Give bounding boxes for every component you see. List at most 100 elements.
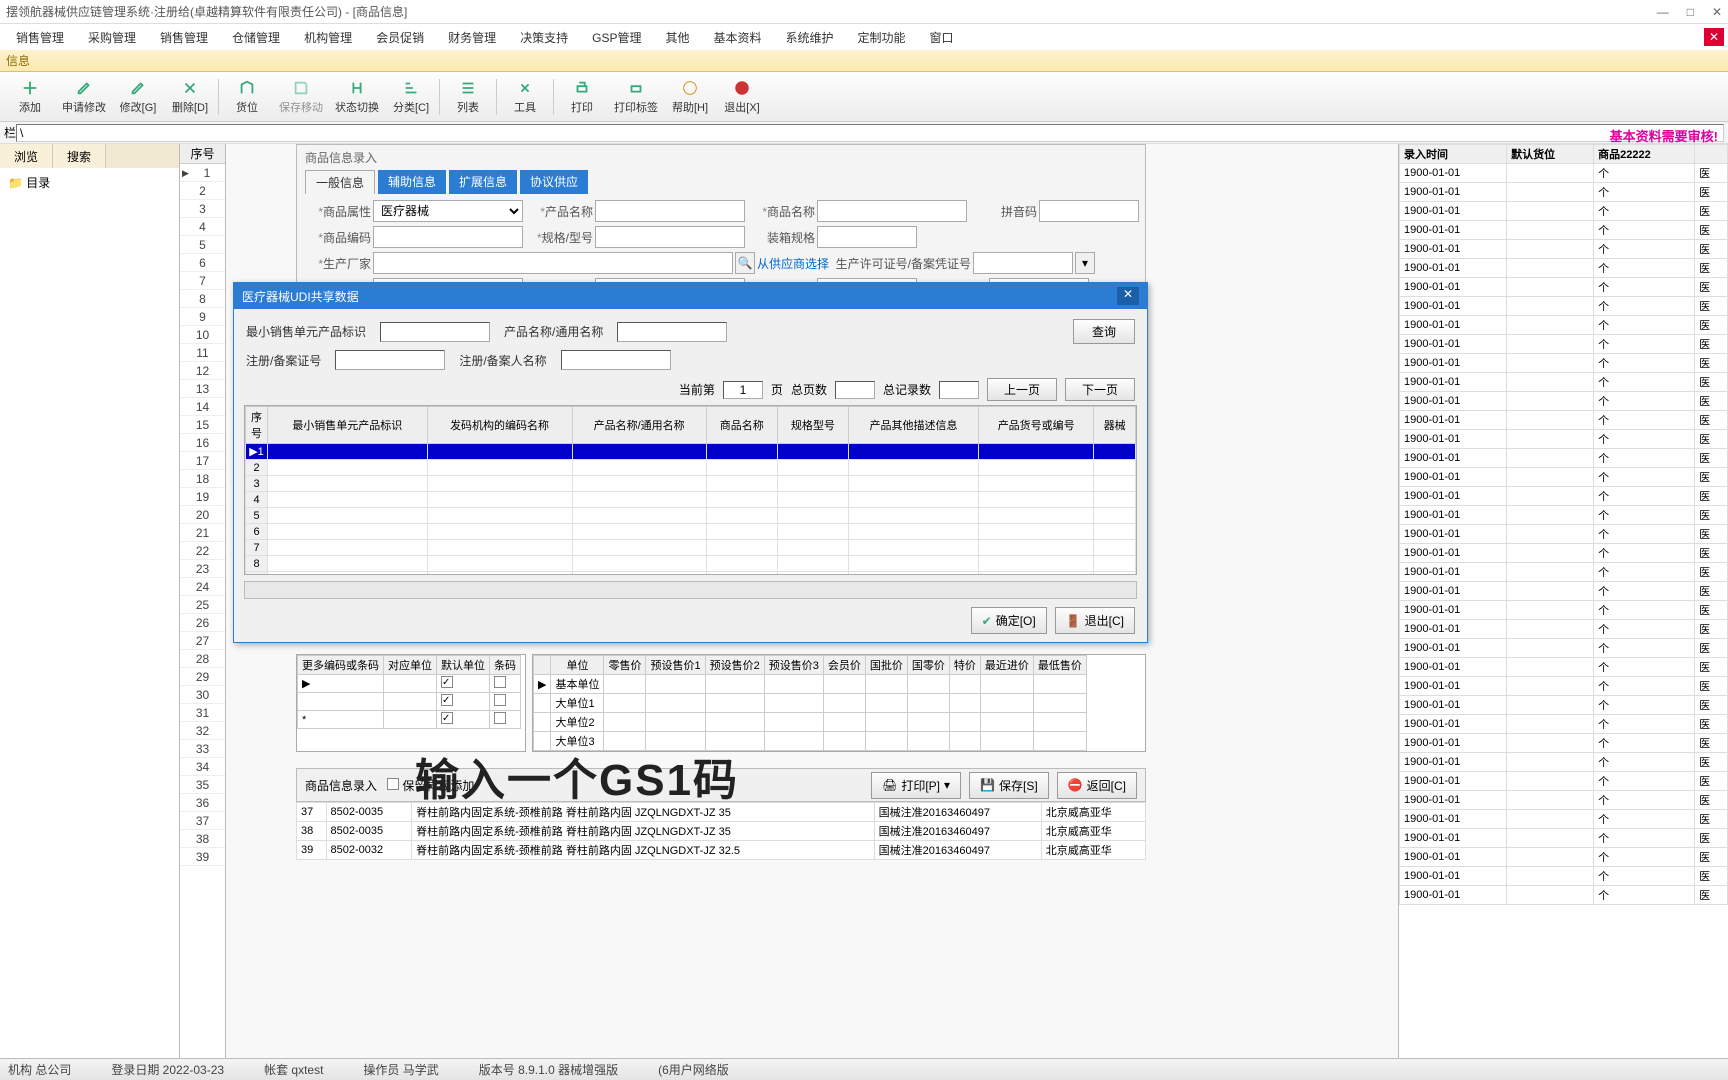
menu-item[interactable]: GSP管理 — [580, 25, 653, 50]
form-title: 商品信息录入 — [297, 145, 1145, 170]
menu-item[interactable]: 窗口 — [918, 25, 966, 50]
status-login-date: 登录日期 2022-03-23 — [111, 1061, 224, 1078]
label-spec: 规格/型号 — [525, 229, 593, 246]
dialog-exit-button[interactable]: 🚪 退出[C] — [1055, 607, 1135, 634]
print-button[interactable]: 🖨 打印[P] ▾ — [871, 772, 961, 799]
delete-button[interactable]: 删除[D] — [164, 74, 216, 120]
dialog-title-text: 医疗器械UDI共享数据 — [242, 288, 359, 305]
maximize-icon[interactable]: □ — [1687, 5, 1694, 19]
tab-general[interactable]: 一般信息 — [305, 170, 375, 194]
apply-modify-button[interactable]: 申请修改 — [56, 74, 112, 120]
add-button[interactable]: 添加 — [4, 74, 56, 120]
info-bar: 信息 — [0, 50, 1728, 72]
manufacturer-input[interactable] — [373, 252, 733, 274]
table-row: 388502-0035脊柱前路内固定系统-颈椎前路 脊柱前路内固 JZQLNGD… — [297, 822, 1146, 841]
current-page-input[interactable] — [723, 381, 763, 399]
help-button[interactable]: 帮助[H] — [664, 74, 716, 120]
menu-item[interactable]: 采购管理 — [76, 25, 148, 50]
prev-page-button[interactable]: 上一页 — [987, 378, 1057, 401]
label-goods-code: 商品编码 — [303, 229, 371, 246]
total-records — [939, 381, 979, 399]
from-supplier-link[interactable]: 从供应商选择 — [757, 255, 829, 272]
list-button[interactable]: 列表 — [442, 74, 494, 120]
menu-item[interactable]: 会员促销 — [364, 25, 436, 50]
window-title: 摆领航器械供应链管理系统·注册给(卓越精算软件有限责任公司) - [商品信息] — [6, 3, 407, 20]
goods-code-input[interactable] — [373, 226, 523, 248]
close-icon[interactable]: ✕ — [1712, 5, 1722, 19]
label-registrant: 注册/备案人名称 — [459, 352, 546, 369]
label-min-unit-id: 最小销售单元产品标识 — [246, 323, 366, 340]
right-grid: 录入时间默认货位商品22222 1900-01-01个医1900-01-01个医… — [1398, 144, 1728, 1058]
tab-supply[interactable]: 协议供应 — [520, 170, 588, 194]
udi-dialog: 医疗器械UDI共享数据 ✕ 最小销售单元产品标识 产品名称/通用名称 查询 注册… — [233, 282, 1148, 643]
back-button[interactable]: ⛔ 返回[C] — [1057, 772, 1137, 799]
row-number-column: 序号 1234567891011121314151617181920212223… — [180, 144, 226, 1058]
dialog-titlebar[interactable]: 医疗器械UDI共享数据 ✕ — [234, 283, 1147, 309]
save-button[interactable]: 💾 保存[S] — [969, 772, 1049, 799]
sub-grids: 更多编码或条码对应单位默认单位条码 ▶ * 单位零售价预设售价1预设售价2预设售… — [296, 654, 1146, 752]
menu-item[interactable]: 仓储管理 — [220, 25, 292, 50]
query-button[interactable]: 查询 — [1073, 319, 1135, 344]
min-unit-id-input[interactable] — [380, 322, 490, 342]
menu-item[interactable]: 基本资料 — [701, 25, 773, 50]
tree[interactable]: 📁 目录 — [0, 168, 179, 197]
minimize-icon[interactable]: — — [1657, 5, 1669, 19]
menu-item[interactable]: 财务管理 — [436, 25, 508, 50]
print-button[interactable]: 打印 — [556, 74, 608, 120]
tab-browse[interactable]: 浏览 — [0, 144, 53, 168]
mdi-close-icon[interactable]: ✕ — [1704, 28, 1724, 46]
extra-code-grid[interactable]: 更多编码或条码对应单位默认单位条码 ▶ * — [297, 655, 521, 729]
pack-spec-input[interactable] — [817, 226, 917, 248]
menu-item[interactable]: 销售管理 — [148, 25, 220, 50]
status-toggle-button[interactable]: 状态切换 — [329, 74, 385, 120]
menu-item[interactable]: 系统维护 — [774, 25, 846, 50]
status-version: 版本号 8.9.1.0 器械增强版 — [479, 1061, 618, 1078]
table-row: 398502-0032脊柱前路内固定系统-颈椎前路 脊柱前路内固 JZQLNGD… — [297, 841, 1146, 860]
address-bar: 栏 — [0, 122, 1728, 144]
next-page-button[interactable]: 下一页 — [1065, 378, 1135, 401]
tab-ext[interactable]: 扩展信息 — [449, 170, 517, 194]
print-label-button[interactable]: 打印标签 — [608, 74, 664, 120]
registrant-input[interactable] — [561, 350, 671, 370]
product-attr-select[interactable]: 医疗器械 — [373, 200, 523, 222]
dialog-close-icon[interactable]: ✕ — [1117, 287, 1139, 305]
menu-item[interactable]: 决策支持 — [508, 25, 580, 50]
product-name-input[interactable] — [595, 200, 745, 222]
category-button[interactable]: 分类[C] — [385, 74, 437, 120]
reg-no-input[interactable] — [335, 350, 445, 370]
bottom-data-rows: 378502-0035脊柱前路内固定系统-颈椎前路 脊柱前路内固 JZQLNGD… — [296, 802, 1146, 860]
pinyin-input[interactable] — [1039, 200, 1139, 222]
label-goods-name: 商品名称 — [747, 203, 815, 220]
label-pack-spec: 装箱规格 — [747, 229, 815, 246]
goods-name-input[interactable] — [817, 200, 967, 222]
tree-root[interactable]: 📁 目录 — [4, 172, 175, 193]
status-operator: 操作员 马学武 — [363, 1061, 438, 1078]
save-move-button[interactable]: 保存移动 — [273, 74, 329, 120]
label-reg-no: 注册/备案证号 — [246, 352, 321, 369]
license-input[interactable] — [973, 252, 1073, 274]
menu-item[interactable]: 定制功能 — [846, 25, 918, 50]
tools-button[interactable]: 工具 — [499, 74, 551, 120]
window-titlebar: 摆领航器械供应链管理系统·注册给(卓越精算软件有限责任公司) - [商品信息] … — [0, 0, 1728, 24]
status-account: 帐套 qxtest — [264, 1061, 323, 1078]
udi-result-grid[interactable]: 序号最小销售单元产品标识发码机构的编码名称产品名称/通用名称商品名称规格型号产品… — [244, 405, 1137, 575]
product-common-name-input[interactable] — [617, 322, 727, 342]
menu-item[interactable]: 其他 — [653, 25, 701, 50]
audit-notice: 基本资料需要审核! — [1610, 126, 1718, 145]
tab-search[interactable]: 搜索 — [53, 144, 106, 168]
spec-input[interactable] — [595, 226, 745, 248]
modify-button[interactable]: 修改[G] — [112, 74, 164, 120]
price-grid[interactable]: 单位零售价预设售价1预设售价2预设售价3会员价国批价国零价特价最近进价最低售价 … — [533, 655, 1087, 751]
form-action-title: 商品信息录入 — [305, 777, 377, 794]
ok-button[interactable]: ✔ 确定[O] — [971, 607, 1047, 634]
addr-input[interactable] — [16, 124, 1724, 142]
tab-aux[interactable]: 辅助信息 — [378, 170, 446, 194]
dropdown-icon[interactable]: ▾ — [1075, 252, 1095, 274]
location-button[interactable]: 货位 — [221, 74, 273, 120]
search-icon[interactable]: 🔍 — [735, 252, 755, 274]
menu-item[interactable]: 机构管理 — [292, 25, 364, 50]
total-pages — [835, 381, 875, 399]
exit-button[interactable]: 退出[X] — [716, 74, 768, 120]
label-license: 生产许可证号/备案凭证号 — [831, 255, 971, 272]
menu-item[interactable]: 销售管理 — [4, 25, 76, 50]
